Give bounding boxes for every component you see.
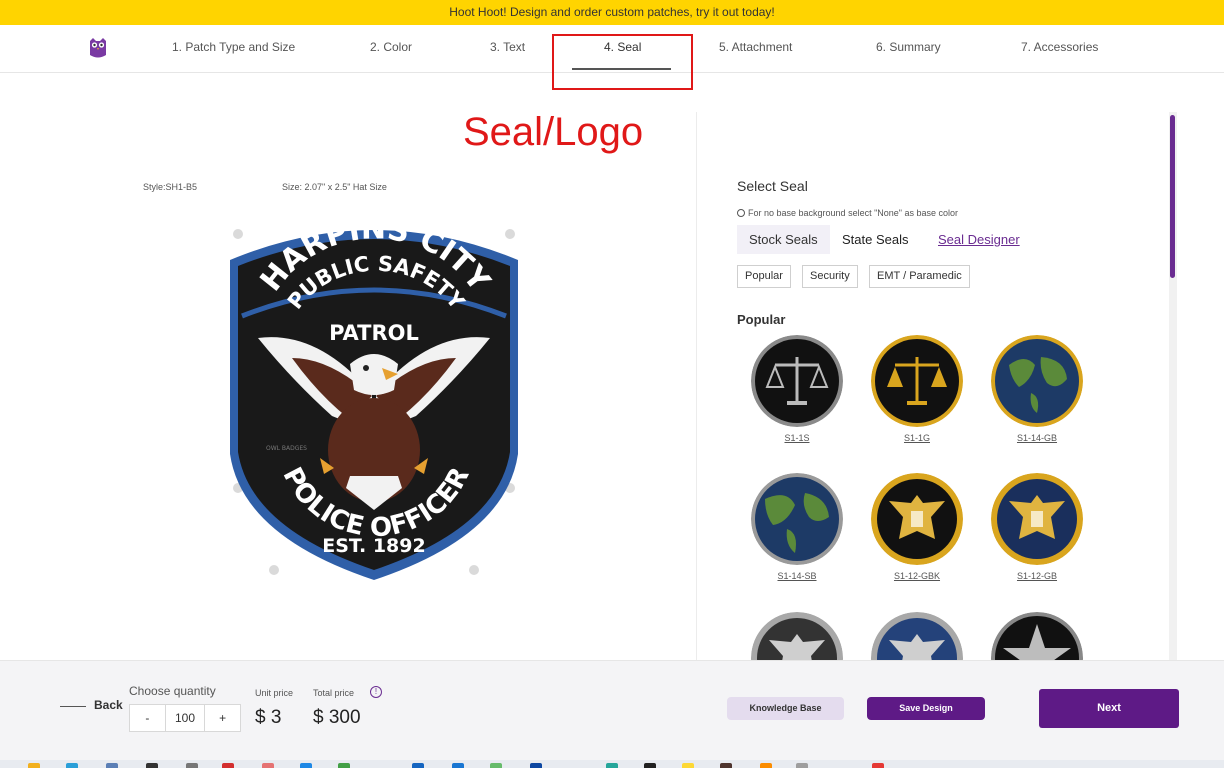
taskbar-app-icon[interactable]: [452, 763, 464, 768]
back-button[interactable]: Back: [94, 698, 123, 712]
knowledge-base-button[interactable]: Knowledge Base: [727, 697, 844, 720]
taskbar-app-icon[interactable]: [760, 763, 772, 768]
patch-est-text: EST. 1892: [322, 535, 425, 557]
tab-state-seals[interactable]: State Seals: [830, 225, 921, 254]
taskbar-app-icon[interactable]: [682, 763, 694, 768]
total-price-value: $ 300: [313, 707, 361, 728]
seal-row-partial: [740, 608, 1168, 660]
panel-scrollbar-thumb[interactable]: [1170, 115, 1175, 278]
seal-code-label[interactable]: S1-12-GBK: [871, 571, 963, 581]
promo-banner: Hoot Hoot! Design and order custom patch…: [0, 0, 1224, 25]
seal-code-label[interactable]: S1-1S: [751, 433, 843, 443]
tab-seal-designer[interactable]: Seal Designer: [926, 225, 1032, 254]
quantity-decrement-button[interactable]: -: [130, 705, 165, 731]
taskbar-app-icon[interactable]: [186, 763, 198, 768]
quantity-increment-button[interactable]: +: [205, 705, 240, 731]
back-arrow-icon[interactable]: [60, 706, 86, 707]
seal-scales-silver-icon[interactable]: [751, 335, 843, 427]
taskbar-app-icon[interactable]: [872, 763, 884, 768]
taskbar-app-icon[interactable]: [412, 763, 424, 768]
next-button[interactable]: Next: [1039, 689, 1179, 728]
taskbar-app-icon[interactable]: [644, 763, 656, 768]
unit-price-value: $ 3: [255, 707, 282, 728]
unit-price-label: Unit price: [255, 688, 294, 698]
quantity-input[interactable]: 100: [164, 705, 206, 731]
taskbar-app-icon[interactable]: [146, 763, 158, 768]
taskbar-app-icon[interactable]: [490, 763, 502, 768]
filter-chip-popular[interactable]: Popular: [737, 265, 791, 288]
taskbar-app-icon[interactable]: [720, 763, 732, 768]
taskbar-app-icon[interactable]: [106, 763, 118, 768]
quantity-stepper[interactable]: - 100 +: [129, 704, 241, 732]
taskbar-app-icon[interactable]: [300, 763, 312, 768]
seal-globe-silver-ring-icon[interactable]: [751, 473, 843, 565]
seal-code-label[interactable]: S1-12-GB: [991, 571, 1083, 581]
panel-divider: [696, 112, 697, 660]
seal-star-black-icon[interactable]: [991, 612, 1083, 660]
taskbar-app-icon[interactable]: [796, 763, 808, 768]
seal-eagle-silver-icon[interactable]: [751, 612, 843, 660]
patch-preview: HARPINS CITY PUBLIC SAFETY PATROL POLICE…: [230, 218, 518, 580]
patch-size: Size: 2.07" x 2.5" Hat Size: [282, 182, 387, 192]
taskbar-app-icon[interactable]: [262, 763, 274, 768]
seal-hint: For no base background select "None" as …: [737, 208, 958, 218]
filter-chip-emt-paramedic[interactable]: EMT / Paramedic: [869, 265, 970, 288]
seal-scales-gold-icon[interactable]: [871, 335, 963, 427]
taskbar-app-icon[interactable]: [530, 763, 542, 768]
step-patch-type-and-size[interactable]: 1. Patch Type and Size: [172, 25, 295, 72]
filter-chip-security[interactable]: Security: [802, 265, 858, 288]
step-attachment[interactable]: 5. Attachment: [719, 25, 792, 72]
price-info-icon[interactable]: !: [370, 686, 382, 698]
total-price-label: Total price: [313, 688, 355, 698]
seal-globe-gold-ring-icon[interactable]: [991, 335, 1083, 427]
seal-code-label[interactable]: S1-1G: [871, 433, 963, 443]
select-seal-title: Select Seal: [737, 178, 808, 194]
seal-code-label[interactable]: S1-14-GB: [991, 433, 1083, 443]
watermark-text: OWL BADGES: [266, 445, 307, 452]
seal-eagle-gold-blue-icon[interactable]: [991, 473, 1083, 565]
taskbar-app-icon[interactable]: [606, 763, 618, 768]
tab-stock-seals[interactable]: Stock Seals: [737, 225, 830, 254]
step-text[interactable]: 3. Text: [490, 25, 525, 72]
style-code: Style:SH1-B5: [143, 182, 198, 192]
section-title-popular: Popular: [737, 312, 786, 327]
step-accessories[interactable]: 7. Accessories: [1021, 25, 1098, 72]
seal-eagle-blue-icon[interactable]: [871, 612, 963, 660]
taskbar-app-icon[interactable]: [28, 763, 40, 768]
step-color[interactable]: 2. Color: [370, 25, 412, 72]
step-summary[interactable]: 6. Summary: [876, 25, 941, 72]
owl-logo-icon[interactable]: [88, 37, 108, 59]
taskbar-app-icon[interactable]: [66, 763, 78, 768]
annotation-highlight-box: [552, 34, 693, 90]
annotation-label: Seal/Logo: [463, 110, 644, 154]
quantity-label: Choose quantity: [129, 684, 216, 698]
save-design-button[interactable]: Save Design: [867, 697, 985, 720]
taskbar-app-icon[interactable]: [222, 763, 234, 768]
info-circle-icon: [737, 209, 745, 217]
seal-eagle-gold-black-icon[interactable]: [871, 473, 963, 565]
patch-middle-text-2: PATROL: [329, 321, 419, 345]
seal-code-label[interactable]: S1-14-SB: [751, 571, 843, 581]
taskbar-app-icon[interactable]: [338, 763, 350, 768]
